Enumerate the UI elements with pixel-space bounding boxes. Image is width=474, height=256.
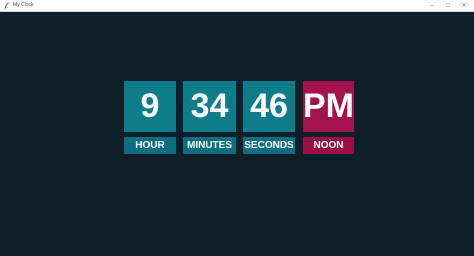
minimize-button[interactable]: – [424, 0, 440, 11]
title-bar: My Clock – □ ✕ [0, 0, 474, 12]
ampm-display: PM [303, 81, 354, 132]
minutes-display: 34 [183, 81, 236, 132]
minutes-label: MINUTES [183, 137, 236, 154]
noon-label: NOON [303, 137, 354, 154]
close-icon: ✕ [461, 3, 467, 9]
close-button[interactable]: ✕ [456, 0, 472, 11]
window-title: My Clock [13, 2, 34, 8]
feather-icon [4, 2, 10, 9]
maximize-icon: □ [446, 2, 450, 9]
hour-label: HOUR [124, 137, 176, 154]
hour-display: 9 [124, 81, 176, 132]
maximize-button[interactable]: □ [440, 0, 456, 11]
minimize-icon: – [430, 2, 434, 9]
seconds-label: SECONDS [243, 137, 295, 154]
seconds-display: 46 [243, 81, 295, 132]
clock-canvas [0, 12, 474, 256]
